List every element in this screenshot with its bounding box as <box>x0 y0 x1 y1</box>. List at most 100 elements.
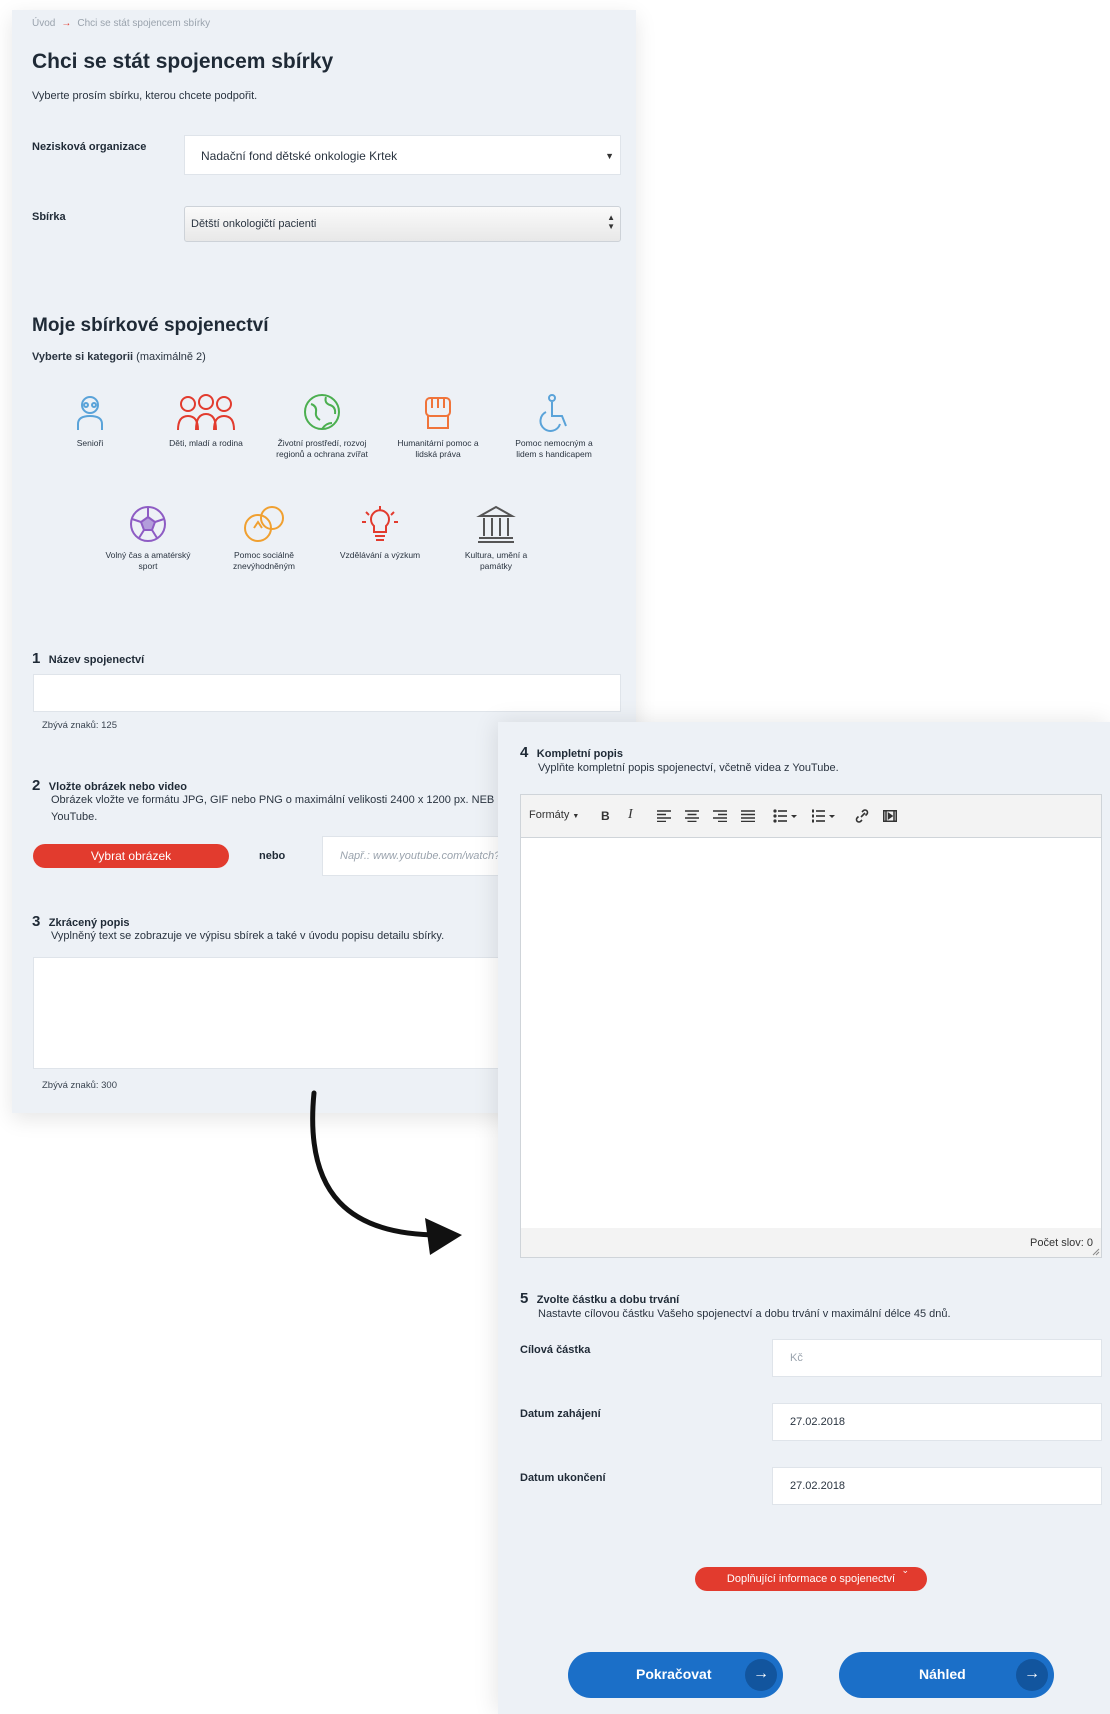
category-social[interactable]: Pomoc sociálně znevýhodněným <box>216 504 312 572</box>
category-label: Kultura, umění a památky <box>464 550 528 571</box>
org-select-value: Nadační fond dětské onkologie Krtek <box>201 149 398 163</box>
step-label: Zkrácený popis <box>48 917 130 929</box>
step-number: 1 <box>32 650 41 667</box>
ball-icon <box>130 506 166 542</box>
end-date-value: 27.02.2018 <box>790 1480 846 1492</box>
italic-button[interactable]: I <box>628 807 633 823</box>
or-text: nebo <box>259 850 286 862</box>
word-count: Počet slov: 0 <box>1030 1237 1093 1249</box>
preview-label: Náhled <box>919 1666 966 1682</box>
category-label: Humanitární pomoc a lidská práva <box>397 438 479 459</box>
step-number: 4 <box>520 744 529 761</box>
breadcrumb-arrow-icon: → <box>61 18 72 29</box>
category-label: Vzdělávání a výzkum <box>339 550 421 560</box>
amount-instructions: Nastavte cílovou částku Vašeho spojenect… <box>538 1308 951 1320</box>
category-family[interactable]: Děti, mladí a rodina <box>158 392 254 449</box>
align-center-icon[interactable] <box>685 810 699 822</box>
chevron-down-icon: ▼ <box>572 813 580 820</box>
category-label: Pomoc nemocným a lidem s handicapem <box>515 438 593 459</box>
link-icon[interactable] <box>855 809 869 823</box>
category-humanitarian[interactable]: Humanitární pomoc a lidská práva <box>390 392 486 460</box>
youtube-url-placeholder: Např.: www.youtube.com/watch? <box>340 850 501 862</box>
fist-icon <box>425 397 451 429</box>
alliance-name-input[interactable] <box>33 674 621 712</box>
category-label: Volný čas a amatérský sport <box>105 550 191 571</box>
align-right-icon[interactable] <box>713 810 727 822</box>
continue-button[interactable]: Pokračovat → <box>568 1652 783 1698</box>
end-date-input[interactable]: 27.02.2018 <box>772 1467 1102 1505</box>
start-date-label: Datum zahájení <box>520 1408 601 1420</box>
extra-info-button[interactable]: Doplňující informace o spojenectví ⌄ <box>695 1565 927 1591</box>
collection-select[interactable]: Dětští onkologičtí pacienti ▲ ▼ <box>184 206 621 242</box>
name-char-counter: Zbývá znaků: 125 <box>42 720 117 731</box>
step-5-heading: 5 Zvolte částku a dobu trvání <box>520 1290 679 1308</box>
step-label: Zvolte částku a dobu trvání <box>536 1294 680 1306</box>
step-2-heading: 2 Vložte obrázek nebo video <box>32 777 187 795</box>
form-page-bottom: 4 Kompletní popis Vyplňte kompletní popi… <box>498 722 1110 1714</box>
category-education[interactable]: Vzdělávání a výzkum <box>332 504 428 561</box>
step-label: Kompletní popis <box>536 748 623 760</box>
resize-handle-icon[interactable] <box>1092 1248 1100 1256</box>
align-justify-icon[interactable] <box>741 810 755 822</box>
breadcrumb-current: Chci se stát spojencem sbírky <box>77 18 211 29</box>
formats-label: Formáty <box>529 809 570 821</box>
page-title: Chci se stát spojencem sbírky <box>32 50 334 73</box>
coins-icon <box>244 506 284 542</box>
breadcrumb-home[interactable]: Úvod <box>32 18 55 29</box>
category-handicap[interactable]: Pomoc nemocným a lidem s handicapem <box>506 392 602 460</box>
categories-hint: (maximálně 2) <box>136 351 206 363</box>
media-icon[interactable] <box>883 810 897 822</box>
extra-info-label: Doplňující informace o spojenectví <box>726 1573 896 1585</box>
org-label: Nezisková organizace <box>32 141 147 153</box>
full-desc-instructions: Vyplňte kompletní popis spojenectví, vče… <box>538 762 839 774</box>
arrow-right-icon: → <box>745 1659 777 1691</box>
category-seniors[interactable]: Senioři <box>42 392 138 449</box>
continue-label: Pokračovat <box>636 1666 712 1682</box>
step-1-heading: 1 Název spojenectví <box>32 650 144 668</box>
breadcrumb: Úvod → Chci se stát spojencem sbírky <box>32 18 210 29</box>
collection-select-value: Dětští onkologičtí pacienti <box>191 218 317 230</box>
preview-button[interactable]: Náhled → <box>839 1652 1054 1698</box>
arrow-right-icon: → <box>1016 1659 1048 1691</box>
bulb-icon <box>362 506 398 541</box>
align-left-icon[interactable] <box>657 810 671 822</box>
category-label: Děti, mladí a rodina <box>169 438 243 448</box>
short-desc-instructions: Vyplněný text se zobrazuje ve výpisu sbí… <box>51 930 445 942</box>
bullet-list-icon[interactable] <box>773 809 797 823</box>
category-environment[interactable]: Životní prostředí, rozvoj regionů a ochr… <box>274 392 370 460</box>
step-4-heading: 4 Kompletní popis <box>520 744 623 762</box>
section-title: Moje sbírkové spojenectví <box>32 315 269 336</box>
globe-icon <box>304 394 340 430</box>
intro-text: Vyberte prosím sbírku, kterou chcete pod… <box>32 90 258 102</box>
full-description-editor[interactable] <box>520 837 1102 1229</box>
step-number: 3 <box>32 913 41 930</box>
step-label: Vložte obrázek nebo video <box>48 781 187 793</box>
category-culture[interactable]: Kultura, umění a památky <box>448 504 544 572</box>
amount-label: Cílová částka <box>520 1344 591 1356</box>
numbered-list-icon[interactable] <box>811 809 835 823</box>
step-number: 5 <box>520 1290 529 1307</box>
editor-statusbar: Počet slov: 0 <box>520 1228 1102 1258</box>
formats-dropdown[interactable]: Formáty ▼ <box>529 809 579 821</box>
org-select[interactable]: Nadační fond dětské onkologie Krtek ▼ <box>184 135 621 175</box>
stepper-arrows-icon: ▲ ▼ <box>607 213 615 231</box>
bold-button[interactable]: B <box>601 809 610 823</box>
category-label: Pomoc sociálně znevýhodněným <box>233 550 295 571</box>
step-3-heading: 3 Zkrácený popis <box>32 913 130 931</box>
chevron-down-icon: ⌄ <box>901 1565 909 1575</box>
image-instructions: Obrázek vložte ve formátu JPG, GIF nebo … <box>51 794 495 806</box>
wheelchair-icon <box>539 394 567 432</box>
target-amount-input[interactable]: Kč <box>772 1339 1102 1377</box>
start-date-value: 27.02.2018 <box>790 1416 846 1428</box>
choose-image-button[interactable]: Vybrat obrázek <box>33 844 229 868</box>
step-number: 2 <box>32 777 41 794</box>
amount-placeholder: Kč <box>790 1352 803 1364</box>
start-date-input[interactable]: 27.02.2018 <box>772 1403 1102 1441</box>
category-sport[interactable]: Volný čas a amatérský sport <box>100 504 196 572</box>
image-instructions-line2: YouTube. <box>51 811 98 823</box>
family-icon <box>177 394 235 431</box>
senior-icon <box>77 396 103 430</box>
end-date-label: Datum ukončení <box>520 1472 606 1484</box>
category-label: Senioři <box>76 438 104 448</box>
short-desc-char-counter: Zbývá znaků: 300 <box>42 1080 117 1091</box>
